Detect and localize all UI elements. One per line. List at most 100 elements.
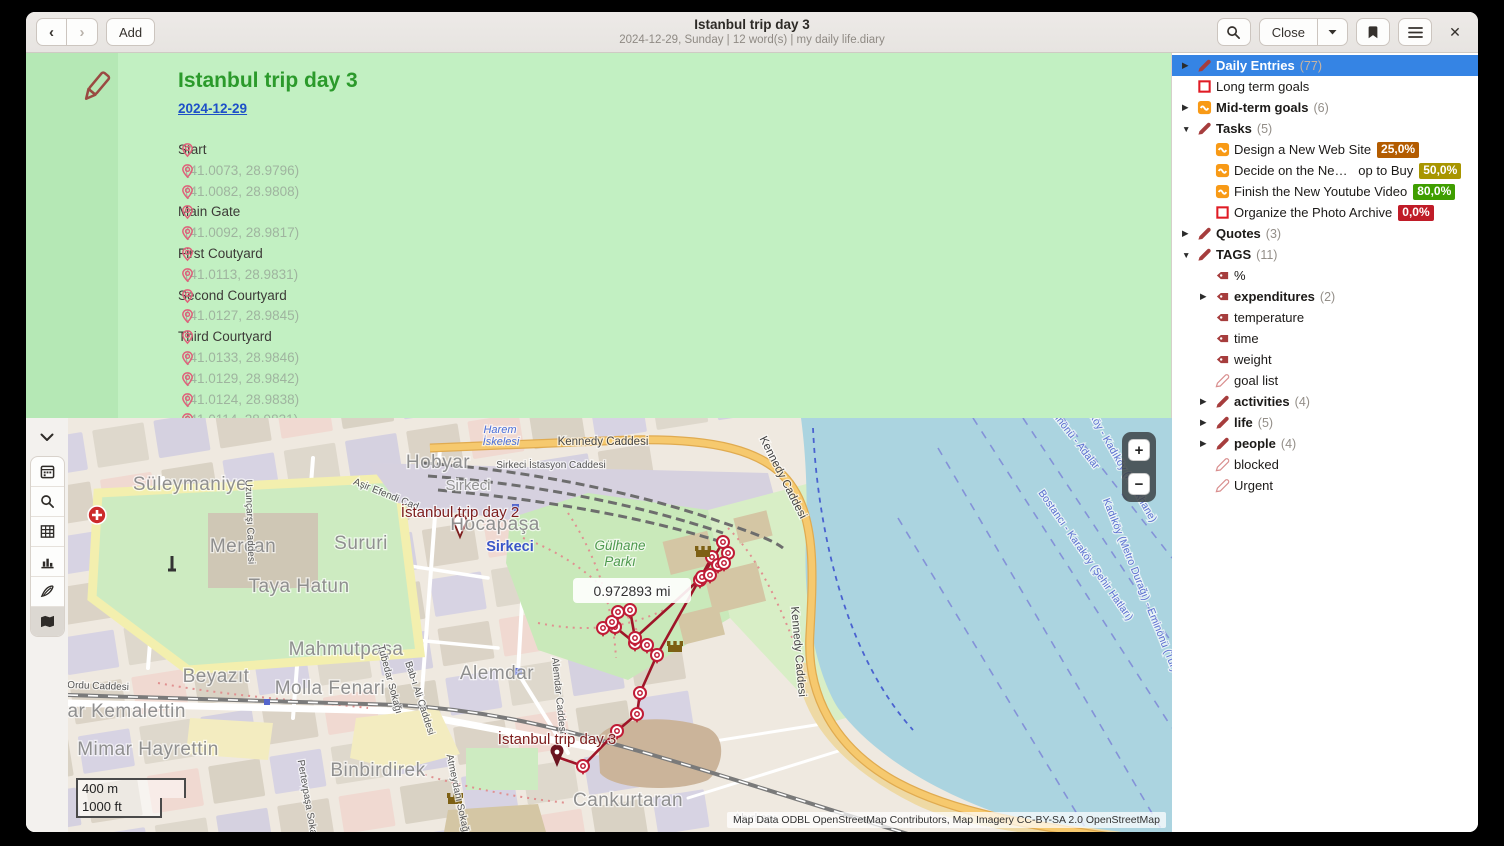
wave-icon (1215, 184, 1234, 199)
entry-line[interactable]: (41.0073, 28.9796) (118, 161, 1171, 182)
map-label: Mimar Hayrettin (77, 739, 219, 760)
entry-line[interactable]: (41.0092, 28.9817) (118, 223, 1171, 244)
entry-line[interactable]: Start (118, 140, 1171, 161)
map-pin-icon (180, 163, 195, 179)
search-button[interactable] (1217, 18, 1251, 46)
entry-line[interactable]: (41.0129, 28.9842) (118, 369, 1171, 390)
pencil-outline-icon (1215, 373, 1234, 388)
map-label: Sirkeci (486, 539, 534, 555)
collapse-panel-button[interactable] (32, 426, 62, 448)
entry-editor[interactable]: Istanbul trip day 3 2024-12-29 Start(41.… (26, 53, 1171, 418)
tree-row[interactable]: temperature (1172, 307, 1478, 328)
tree-row[interactable]: ▶life(5) (1172, 412, 1478, 433)
map-button[interactable] (31, 607, 64, 636)
tree-row[interactable]: weight (1172, 349, 1478, 370)
tree-row[interactable]: ▶people(4) (1172, 433, 1478, 454)
entry-line[interactable]: (41.0113, 28.9831) (118, 265, 1171, 286)
map-label: Sirkeci (445, 477, 490, 494)
map-label: Mercan (210, 536, 276, 557)
tree-item-label: temperature (1234, 310, 1304, 325)
map-pin-icon (180, 204, 195, 220)
menu-button[interactable] (1398, 18, 1432, 46)
tree-row[interactable]: ▶expenditures(2) (1172, 286, 1478, 307)
tree-row[interactable]: Design a New Web Site25,0% (1172, 139, 1478, 160)
tree-row[interactable]: Long term goals (1172, 76, 1478, 97)
map-pin-icon (180, 225, 195, 241)
map-label: Harem (483, 424, 516, 436)
zoom-out-button[interactable]: − (1128, 473, 1150, 495)
entry-line[interactable]: Second Courtyard (118, 286, 1171, 307)
forward-button[interactable]: › (67, 18, 98, 46)
tree-row[interactable]: Decide on the Ne… op to Buy50,0% (1172, 160, 1478, 181)
progress-badge: 25,0% (1377, 142, 1419, 158)
entry-date-link[interactable]: 2024-12-29 (178, 101, 247, 116)
entry-lines: Start(41.0073, 28.9796) (41.0082, 28.9808… (118, 140, 1171, 418)
entry-line[interactable]: (41.0082, 28.9808) (118, 182, 1171, 203)
tree-row[interactable]: ▶Quotes(3) (1172, 223, 1478, 244)
tree-row[interactable]: ▶activities(4) (1172, 391, 1478, 412)
tree-row[interactable]: ▼TAGS(11) (1172, 244, 1478, 265)
bookmark-icon (1366, 25, 1380, 40)
close-entry-button[interactable]: Close (1259, 18, 1318, 46)
tree-row[interactable]: ▼Tasks(5) (1172, 118, 1478, 139)
tool-stack (30, 456, 65, 637)
entry-line[interactable]: (41.0124, 28.9838) (118, 390, 1171, 411)
calendar-button[interactable] (31, 457, 64, 487)
map-pin-icon (180, 371, 195, 387)
pencil-outline-icon (1215, 478, 1234, 493)
entry-line[interactable]: Third Courtyard (118, 327, 1171, 348)
entry-line[interactable]: Main Gate (118, 202, 1171, 223)
expander-icon[interactable]: ▼ (1180, 124, 1197, 134)
square-icon (1215, 205, 1234, 220)
entry-search-button[interactable] (31, 487, 64, 517)
entry-line-text: (41.0113, 28.9831) (185, 267, 298, 282)
close-dropdown-button[interactable] (1318, 18, 1348, 46)
tree-row[interactable]: Finish the New Youtube Video 80,0% (1172, 181, 1478, 202)
entry-line[interactable]: (41.0114, 28.9831) (118, 410, 1171, 418)
map-panel: 0.972893 mi SüleymaniyeHobyarSirkeciHoca… (26, 418, 1171, 832)
bookmarks-button[interactable] (1356, 18, 1390, 46)
pencil-icon (78, 67, 114, 107)
entry-line-text: (41.0092, 28.9817) (185, 225, 299, 240)
tag-icon (1215, 289, 1234, 304)
map-label: Beyazıt (183, 666, 250, 687)
entry-line[interactable]: (41.0133, 28.9846) (118, 348, 1171, 369)
window-close-button[interactable]: ✕ (1440, 18, 1470, 46)
tree-row[interactable]: ▶Mid-term goals(6) (1172, 97, 1478, 118)
map-pin-icon (180, 350, 195, 366)
theme-button[interactable] (31, 577, 64, 607)
add-button[interactable]: Add (106, 18, 155, 46)
tree-row[interactable]: Urgent (1172, 475, 1478, 496)
entry-line-text: (41.0082, 28.9808) (185, 184, 299, 199)
chart-button[interactable] (31, 547, 64, 577)
entry-line[interactable]: First Coutyard (118, 244, 1171, 265)
expander-icon[interactable]: ▶ (1180, 228, 1197, 239)
tree-row[interactable]: Organize the Photo Archive0,0% (1172, 202, 1478, 223)
tree-item-label: Finish the New Youtube Video (1234, 184, 1407, 199)
entry-line[interactable]: (41.0127, 28.9845) (118, 306, 1171, 327)
expander-icon[interactable]: ▶ (1198, 396, 1215, 407)
progress-badge: 80,0% (1413, 184, 1455, 200)
tree-row[interactable]: time (1172, 328, 1478, 349)
expander-icon[interactable]: ▶ (1180, 102, 1197, 113)
back-button[interactable]: ‹ (36, 18, 67, 46)
tree-row[interactable]: goal list (1172, 370, 1478, 391)
tree-row[interactable]: % (1172, 265, 1478, 286)
tag-icon (1215, 331, 1234, 346)
tree-row[interactable]: blocked (1172, 454, 1478, 475)
expander-icon[interactable]: ▶ (1180, 60, 1197, 71)
pencil-icon (1215, 436, 1234, 451)
tree-item-label: blocked (1234, 457, 1279, 472)
expander-icon[interactable]: ▶ (1198, 291, 1215, 302)
hospital-icon (88, 506, 106, 524)
tree-row[interactable]: ▶Daily Entries(77) (1172, 55, 1478, 76)
table-button[interactable] (31, 517, 64, 547)
app-window: ‹ › Add Istanbul trip day 3 2024-12-29, … (26, 12, 1478, 832)
zoom-in-button[interactable]: + (1128, 439, 1150, 461)
map-pin-icon (180, 392, 195, 408)
expander-icon[interactable]: ▼ (1180, 250, 1197, 260)
map-label: Molla Fenari (275, 678, 386, 699)
expander-icon[interactable]: ▶ (1198, 438, 1215, 449)
expander-icon[interactable]: ▶ (1198, 417, 1215, 428)
map-canvas[interactable]: 0.972893 mi SüleymaniyeHobyarSirkeciHoca… (68, 418, 1172, 832)
